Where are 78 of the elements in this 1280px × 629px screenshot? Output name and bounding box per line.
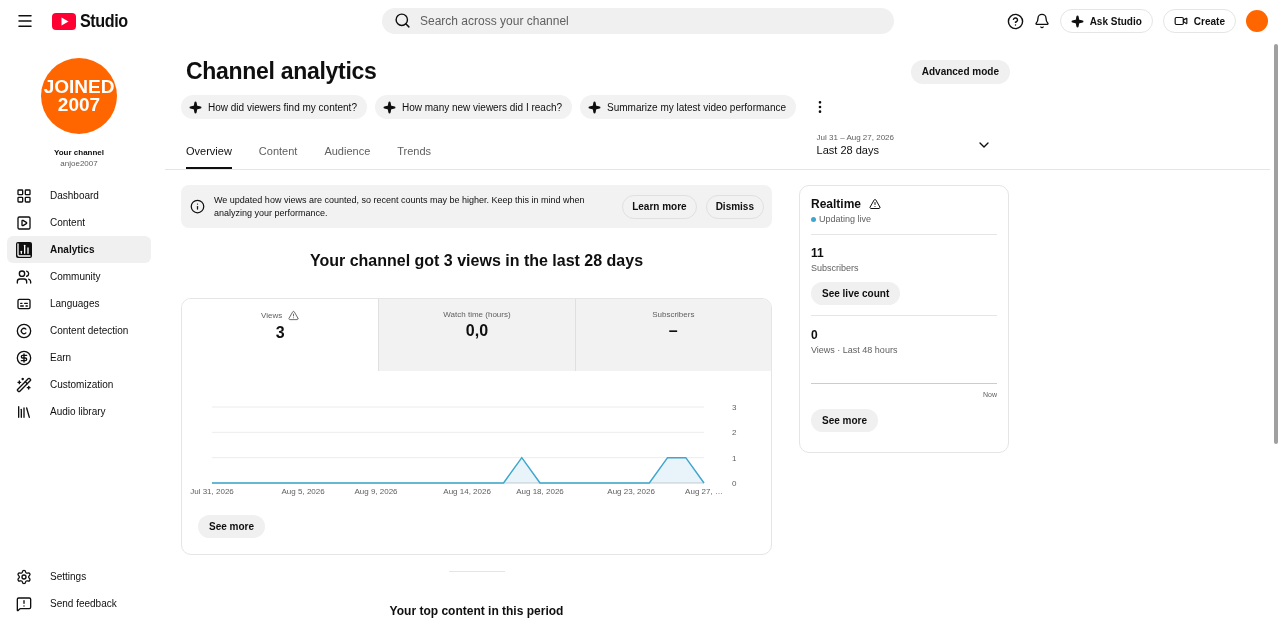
see-more-button[interactable]: See more: [198, 515, 266, 538]
play-logo-icon: [52, 12, 76, 30]
realtime-title: Realtime: [811, 197, 997, 211]
nav-item[interactable]: Settings: [7, 563, 151, 590]
copyright-icon: [16, 322, 32, 339]
sparkle-icon: [1070, 14, 1084, 28]
advanced-mode-button[interactable]: Advanced mode: [910, 59, 1010, 84]
help-icon[interactable]: [1006, 12, 1024, 30]
feedback-icon: [16, 595, 32, 612]
tab[interactable]: Audience: [324, 145, 371, 169]
x-tick-label: Aug 27, …: [685, 487, 723, 496]
x-tick-label: Aug 23, 2026: [607, 487, 655, 496]
tab[interactable]: Trends: [397, 145, 432, 169]
x-tick-label: Jul 31, 2026: [190, 487, 234, 496]
people-icon: [16, 268, 32, 285]
x-tick-label: Aug 9, 2026: [354, 487, 398, 496]
nav-item[interactable]: Community: [7, 263, 151, 290]
metric-tab[interactable]: Watch time (hours) 0,0: [378, 299, 575, 371]
live-status: Updating live: [811, 214, 997, 224]
nav-item[interactable]: Content: [7, 209, 151, 236]
sparkle-icon: [588, 100, 602, 114]
channel-label: Your channel: [53, 148, 105, 157]
search-field[interactable]: Search across your channel: [382, 8, 894, 34]
nav-item[interactable]: Customization: [7, 371, 151, 398]
grid-icon: [16, 187, 32, 204]
y-tick-label: 1: [732, 453, 737, 463]
views-label: Views · Last 48 hours: [811, 345, 899, 355]
nav-item[interactable]: Send feedback: [7, 590, 151, 617]
see-more-button[interactable]: See more: [811, 409, 879, 432]
ask-button[interactable]: Ask Studio: [1059, 9, 1153, 33]
x-tick-label: Aug 14, 2026: [443, 487, 491, 496]
video-icon: [1173, 14, 1188, 28]
page-title: Channel analytics: [186, 58, 377, 85]
y-tick-label: 2: [732, 428, 737, 438]
dismiss-button[interactable]: Dismiss: [705, 194, 764, 219]
prompt-chip[interactable]: How many new viewers did I reach?: [374, 95, 573, 119]
channel-handle: anjoe2007: [60, 159, 98, 168]
logo-text: Studio: [80, 10, 128, 32]
x-tick-label: Aug 18, 2026: [516, 487, 564, 496]
prompt-chip[interactable]: Summarize my latest video performance: [580, 95, 796, 119]
tab[interactable]: Overview: [186, 145, 232, 169]
library-icon: [16, 403, 32, 420]
metric-tab[interactable]: Subscribers –: [574, 299, 771, 371]
headline: Your channel got 3 views in the last 28 days: [308, 252, 645, 270]
magic-wand-icon: [16, 376, 32, 393]
prompt-chip[interactable]: How did viewers find my content?: [181, 95, 367, 119]
date-range-dropdown[interactable]: Jul 31 – Aug 27, 2026 Last 28 days: [810, 132, 998, 157]
dollar-icon: [16, 349, 32, 366]
subscriber-count: 11: [811, 246, 825, 260]
scrollbar[interactable]: [1274, 44, 1278, 444]
sparkle-icon: [189, 100, 202, 114]
bar-chart-icon: [16, 241, 32, 258]
menu-icon[interactable]: [16, 12, 34, 30]
views-count: 0: [811, 328, 819, 342]
section-title: Your top content in this period: [388, 604, 565, 618]
play-square-icon: [16, 214, 32, 231]
warning-icon: [869, 198, 882, 210]
create-button[interactable]: Create: [1162, 9, 1236, 33]
settings-icon: [16, 568, 32, 585]
nav-item[interactable]: Dashboard: [7, 182, 151, 209]
y-tick-label: 3: [732, 403, 737, 412]
y-tick-label: 0: [732, 479, 737, 488]
bell-icon[interactable]: [1033, 13, 1050, 29]
x-tick-label: Aug 5, 2026: [281, 487, 325, 496]
nav-item[interactable]: Content detection: [7, 317, 151, 344]
search-icon: [394, 12, 411, 29]
sparkle-icon: [382, 100, 396, 114]
nav-item[interactable]: Languages: [7, 290, 151, 317]
nav-item[interactable]: Audio library: [7, 398, 151, 425]
avatar[interactable]: [1246, 10, 1268, 32]
nav-item[interactable]: Analytics: [7, 236, 151, 263]
subscriber-label: Subscribers: [811, 263, 860, 273]
live-count-button[interactable]: See live count: [811, 282, 901, 305]
tab[interactable]: Content: [258, 145, 298, 169]
notice-text: We updated how views are counted, so recent counts may be higher. Keep this in mind when analyzing your performance.: [214, 193, 586, 220]
info-icon: [190, 199, 205, 214]
learn-more-button[interactable]: Learn more: [622, 194, 697, 219]
nav-item[interactable]: Earn: [7, 344, 151, 371]
